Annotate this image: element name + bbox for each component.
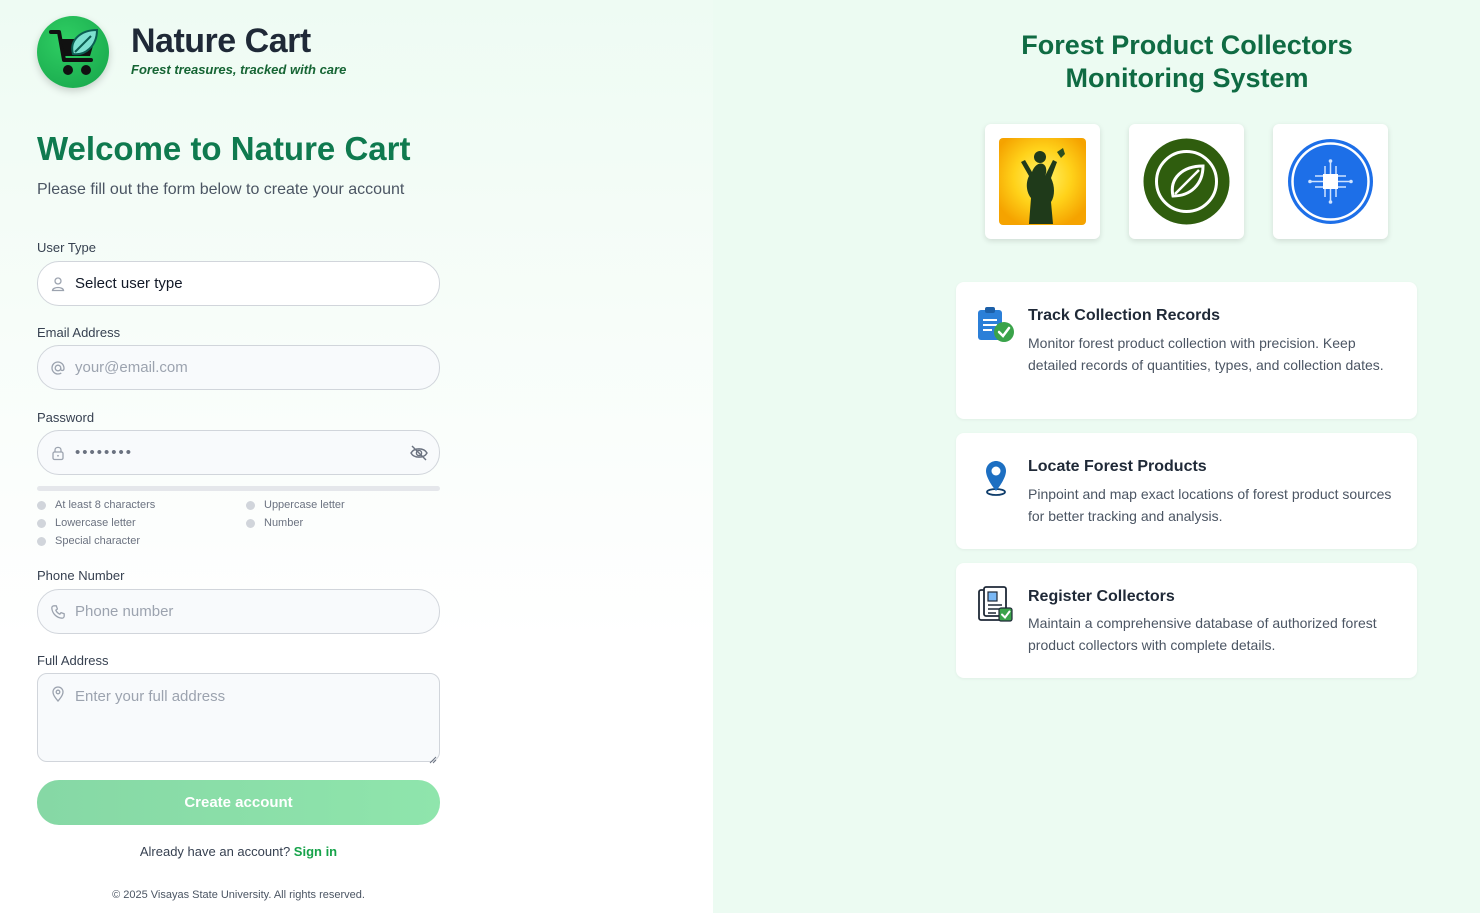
system-title: Forest Product Collectors Monitoring Sys…	[950, 29, 1424, 95]
user-type-label: User Type	[37, 240, 97, 255]
sunburst-figures-logo-icon	[999, 138, 1086, 225]
requirement-number: Number	[246, 517, 303, 529]
address-textarea[interactable]: Enter your full address	[37, 673, 440, 764]
email-field[interactable]: your@email.com	[37, 345, 440, 390]
email-placeholder: your@email.com	[75, 359, 188, 376]
requirement-label: Special character	[55, 535, 140, 547]
requirement-dot	[37, 500, 46, 510]
circuit-chip-logo-icon	[1288, 139, 1373, 224]
password-label: Password	[37, 410, 95, 425]
feature-card-register: Register Collectors Maintain a comprehen…	[956, 563, 1417, 678]
create-account-button[interactable]: Create account	[37, 780, 440, 825]
requirement-dot	[37, 536, 46, 546]
signin-prompt-row: Already have an account? Sign in	[37, 844, 440, 859]
feature-title: Track Collection Records	[1028, 307, 1221, 324]
feature-title: Register Collectors	[1028, 588, 1175, 605]
phone-icon	[50, 604, 66, 620]
feature-description: Pinpoint and map exact locations of fore…	[1028, 486, 1392, 524]
copyright-text: © 2025 Visayas State University. All rig…	[112, 889, 365, 901]
user-icon	[50, 276, 66, 292]
requirement-label: Lowercase letter	[55, 517, 136, 529]
leaf-seal-logo-icon	[1143, 138, 1230, 225]
feature-description: Monitor forest product collection with p…	[1028, 335, 1384, 373]
phone-field[interactable]: Phone number	[37, 589, 440, 634]
address-label: Full Address	[37, 653, 109, 668]
requirement-length: At least 8 characters	[37, 499, 155, 511]
requirement-special: Special character	[37, 535, 140, 547]
password-value: ••••••••	[75, 444, 134, 461]
phone-placeholder: Phone number	[75, 603, 174, 620]
email-label: Email Address	[37, 325, 121, 340]
user-type-select[interactable]: Select user type	[37, 261, 440, 306]
id-document-check-icon	[976, 585, 1016, 625]
requirement-label: Uppercase letter	[264, 499, 345, 511]
map-pin-icon	[976, 458, 1016, 498]
requirement-label: Number	[264, 517, 304, 529]
requirement-uppercase: Uppercase letter	[246, 499, 345, 511]
system-title-line1: Forest Product Collectors	[1021, 30, 1353, 60]
requirement-dot	[246, 500, 255, 510]
partner-logo-card	[1129, 124, 1244, 239]
partner-logo-card	[985, 124, 1100, 239]
partner-logo-card	[1273, 124, 1388, 239]
password-field[interactable]: ••••••••	[37, 430, 440, 475]
feature-description: Maintain a comprehensive database of aut…	[1028, 615, 1377, 653]
map-pin-icon	[50, 686, 66, 702]
cart-leaf-logo	[37, 16, 109, 88]
password-strength-bar	[37, 486, 440, 491]
eye-off-icon[interactable]	[409, 444, 429, 462]
brand-name: Nature Cart	[131, 22, 311, 60]
feature-card-locate: Locate Forest Products Pinpoint and map …	[956, 433, 1417, 549]
signin-prompt: Already have an account?	[139, 844, 291, 859]
user-type-value: Select user type	[75, 275, 183, 292]
requirement-dot	[37, 518, 46, 528]
feature-title: Locate Forest Products	[1028, 458, 1207, 475]
clipboard-check-icon	[976, 304, 1016, 344]
brand-tagline: Forest treasures, tracked with care	[131, 62, 347, 77]
page-subtitle: Please fill out the form below to create…	[37, 181, 405, 198]
system-title-line2: Monitoring System	[1065, 63, 1309, 93]
signin-link[interactable]: Sign in	[294, 844, 337, 859]
resize-handle-icon[interactable]	[429, 751, 437, 764]
at-sign-icon	[50, 360, 66, 376]
requirement-lowercase: Lowercase letter	[37, 517, 136, 529]
feature-card-track: Track Collection Records Monitor forest …	[956, 282, 1417, 419]
page-title: Welcome to Nature Cart	[37, 130, 411, 167]
requirement-label: At least 8 characters	[55, 499, 156, 511]
address-placeholder: Enter your full address	[75, 688, 226, 705]
requirement-dot	[246, 518, 255, 528]
phone-label: Phone Number	[37, 568, 125, 583]
lock-icon	[50, 445, 66, 461]
